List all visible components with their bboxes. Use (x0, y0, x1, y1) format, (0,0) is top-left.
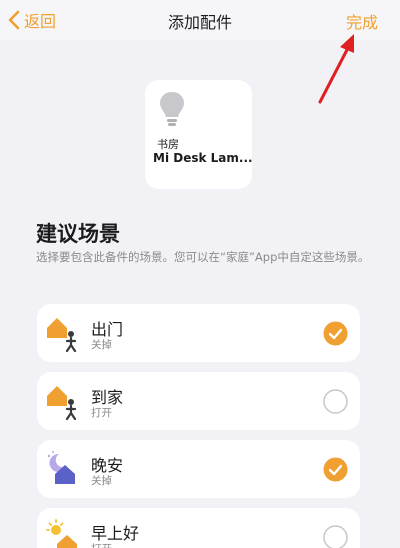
lightbulb-icon (160, 92, 184, 126)
leave-home-icon (47, 318, 77, 352)
good-night-icon (47, 451, 75, 484)
scene-row-good-night[interactable]: 晚安 关掉 (37, 440, 360, 498)
scene-action: 打开 (91, 541, 112, 548)
scene-action: 关掉 (91, 475, 112, 487)
accessory-name: Mi Desk Lam... (153, 151, 253, 165)
checkmark-selected-icon[interactable] (323, 321, 348, 346)
checkmark-selected-icon[interactable] (323, 457, 348, 482)
scene-row-leave-home[interactable]: 出门 关掉 (37, 304, 360, 362)
accessory-room: 书房 (157, 138, 179, 151)
scene-action: 打开 (91, 407, 112, 419)
scene-row-good-morning[interactable]: 早上好 打开 (37, 508, 360, 548)
accessory-tile[interactable]: 书房 Mi Desk Lam... (145, 80, 253, 189)
arrive-home-icon (47, 386, 77, 420)
checkmark-unselected-icon[interactable] (323, 389, 348, 414)
section-title: 建议场景 (36, 222, 120, 246)
scene-action: 关掉 (91, 339, 112, 351)
good-morning-icon (46, 519, 77, 548)
scene-row-arrive-home[interactable]: 到家 打开 (37, 372, 360, 430)
section-description: 选择要包含此备件的场景。您可以在“家庭”App中自定这些场景。 (36, 250, 370, 264)
checkmark-unselected-icon[interactable] (323, 525, 348, 548)
annotation-arrow-icon (318, 34, 354, 104)
